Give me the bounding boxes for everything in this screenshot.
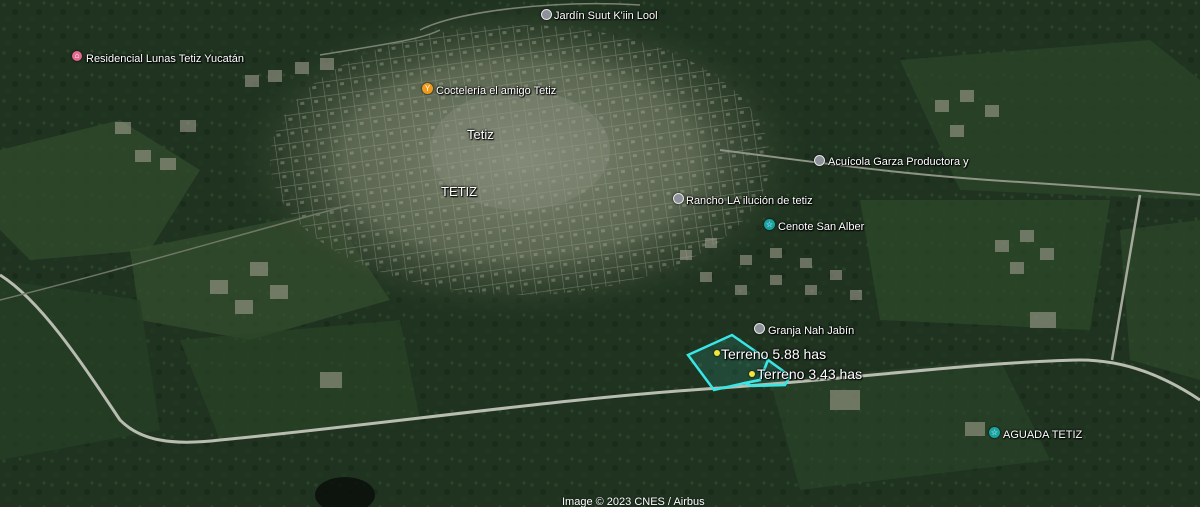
home-pin-icon[interactable]: ⌂ <box>72 51 82 61</box>
business-pin-icon[interactable] <box>754 323 765 334</box>
place-label[interactable]: Residencial Lunas Tetiz Yucatán <box>86 53 244 65</box>
satellite-map[interactable]: Jardín Suut K'iin Lool ⌂ Residencial Lun… <box>0 0 1200 507</box>
business-pin-icon[interactable] <box>673 193 684 204</box>
place-label[interactable]: AGUADA TETIZ <box>1003 429 1082 441</box>
restaurant-pin-icon[interactable]: Y <box>422 83 433 94</box>
place-label[interactable]: Rancho LA ilución de tetiz <box>686 195 813 207</box>
parcel-label[interactable]: Terreno 3.43 has <box>757 366 862 382</box>
place-label[interactable]: Coctelería el amigo Tetiz <box>436 85 556 97</box>
place-label[interactable]: Cenote San Alber <box>778 221 864 233</box>
business-pin-icon[interactable] <box>814 155 825 166</box>
attraction-pin-icon[interactable]: ☆ <box>989 427 1000 438</box>
place-label[interactable]: Acuícola Garza Productora y <box>828 156 969 168</box>
parcel-label[interactable]: Terreno 5.88 has <box>721 346 826 362</box>
park-pin-icon[interactable] <box>541 9 552 20</box>
imagery-credit: Image © 2023 CNES / Airbus <box>562 496 705 507</box>
place-label[interactable]: Jardín Suut K'iin Lool <box>554 10 658 22</box>
parcel-marker-icon[interactable] <box>714 350 720 356</box>
parcel-marker-icon[interactable] <box>749 371 755 377</box>
town-label-tetiz[interactable]: Tetiz <box>467 127 494 142</box>
attraction-pin-icon[interactable]: ☆ <box>764 219 775 230</box>
place-label[interactable]: Granja Nah Jabín <box>768 325 854 337</box>
town-label-tetiz-upper[interactable]: TETIZ <box>441 184 477 199</box>
